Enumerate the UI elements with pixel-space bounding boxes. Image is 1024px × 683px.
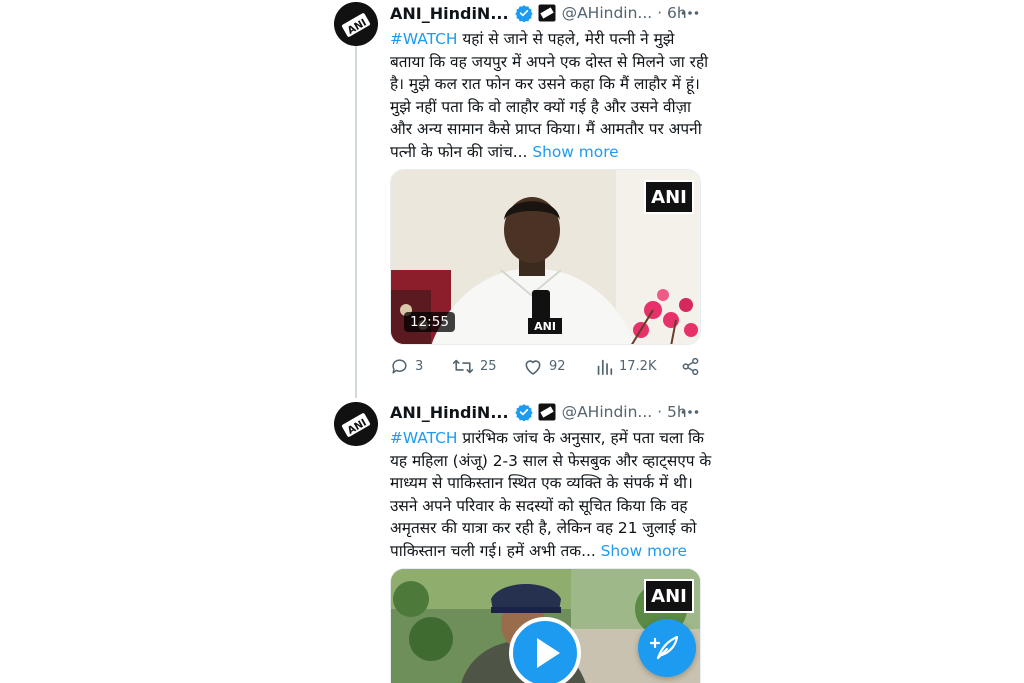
views-button[interactable]: 17.2K [596, 357, 656, 376]
compose-tweet-button[interactable] [638, 619, 696, 677]
tweet-text-line: पाकिस्तान चली गई। हमें अभी तक... Show mo… [390, 541, 687, 560]
video-thumbnail[interactable]: ANI ANI 12:55 [390, 169, 701, 345]
tweet-header: ANI_HindiN... @AHindin... · 5h [390, 399, 687, 425]
thread-connector-line [355, 46, 357, 398]
tweet-feed: ANI ANI_HindiN... @AHindin... · 6h #WATC… [0, 0, 1024, 683]
tweet-text-line: बताया कि वह जयपुर में अपने एक दोस्त से म… [390, 52, 709, 71]
tweet-text: #WATCH यहां से जाने से पहले, मेरी पत्नी … [390, 28, 708, 164]
like-count: 92 [549, 359, 566, 374]
verified-badge-icon [514, 404, 533, 421]
separator-dot: · [657, 4, 662, 22]
hashtag-link[interactable]: #WATCH [390, 30, 457, 48]
ani-affiliate-icon [538, 4, 556, 22]
mic-flag-label: ANI [534, 320, 556, 333]
handle[interactable]: @AHindin... [562, 403, 653, 421]
tweet-text-line: माध्यम से पाकिस्तान स्थित एक व्यक्ति के … [390, 474, 693, 493]
tweet-text-line: #WATCH यहां से जाने से पहले, मेरी पत्नी … [390, 30, 675, 48]
share-button[interactable] [681, 357, 706, 376]
tweet-text-line: उसने अपने परिवार के सदस्यों को सूचित किय… [390, 496, 688, 515]
tweet-text: #WATCH प्रारंभिक जांच के अनुसार, हमें पत… [390, 427, 712, 563]
heart-icon [525, 360, 541, 375]
tweet-text-line: #WATCH प्रारंभिक जांच के अनुसार, हमें पत… [390, 429, 704, 447]
like-button[interactable]: 92 [523, 357, 566, 376]
retweet-icon [452, 359, 474, 374]
hashtag-link[interactable]: #WATCH [390, 429, 457, 447]
handle[interactable]: @AHindin... [562, 4, 653, 22]
tweet-text-line: पत्नी के फोन की जांच... Show more [390, 142, 619, 161]
more-dots-icon[interactable] [680, 3, 700, 23]
retweet-button[interactable]: 25 [452, 357, 497, 376]
more-dots-icon[interactable] [680, 402, 700, 422]
video-duration: 12:55 [404, 312, 455, 332]
avatar[interactable]: ANI [334, 2, 378, 46]
tweet-text-line: है। मुझे कल रात फोन कर उसने कहा कि मैं ल… [390, 75, 700, 94]
share-icon [682, 357, 699, 376]
play-button[interactable] [509, 617, 581, 683]
separator-dot: · [657, 403, 662, 421]
reply-icon [392, 359, 407, 374]
display-name[interactable]: ANI_HindiN... [390, 403, 509, 422]
show-more-link[interactable]: Show more [601, 542, 687, 560]
ani-logo-icon: ANI [334, 402, 378, 446]
ani-watermark: ANI [644, 180, 694, 214]
show-more-link[interactable]: Show more [532, 143, 618, 161]
view-count: 17.2K [619, 359, 657, 374]
display-name[interactable]: ANI_HindiN... [390, 4, 509, 23]
reply-count: 3 [415, 359, 424, 374]
avatar[interactable]: ANI [334, 402, 378, 446]
bar-chart-icon [597, 359, 613, 375]
verified-badge-icon [514, 5, 533, 22]
reply-button[interactable]: 3 [390, 357, 423, 376]
ani-watermark: ANI [644, 579, 694, 613]
compose-feather-icon [649, 635, 679, 660]
tweet-actions: 3 25 92 17.2K [390, 357, 702, 379]
tweet-text-line: अमृतसर की यात्रा कर रही है, लेकिन वह 21 … [390, 519, 697, 538]
ani-logo-icon: ANI [334, 2, 378, 46]
ani-affiliate-icon [538, 403, 556, 421]
play-icon [537, 638, 560, 668]
retweet-count: 25 [480, 359, 497, 374]
tweet-text-line: मुझे नहीं पता कि वो लाहौर क्यों गई है और… [390, 97, 691, 116]
tweet-text-line: और अन्य सामान कैसे प्राप्त किया। मैं आमत… [390, 120, 702, 139]
tweet-header: ANI_HindiN... @AHindin... · 6h [390, 0, 687, 26]
tweet-text-line: यह महिला (अंजू) 2-3 साल से फेसबुक और व्ह… [390, 451, 712, 470]
